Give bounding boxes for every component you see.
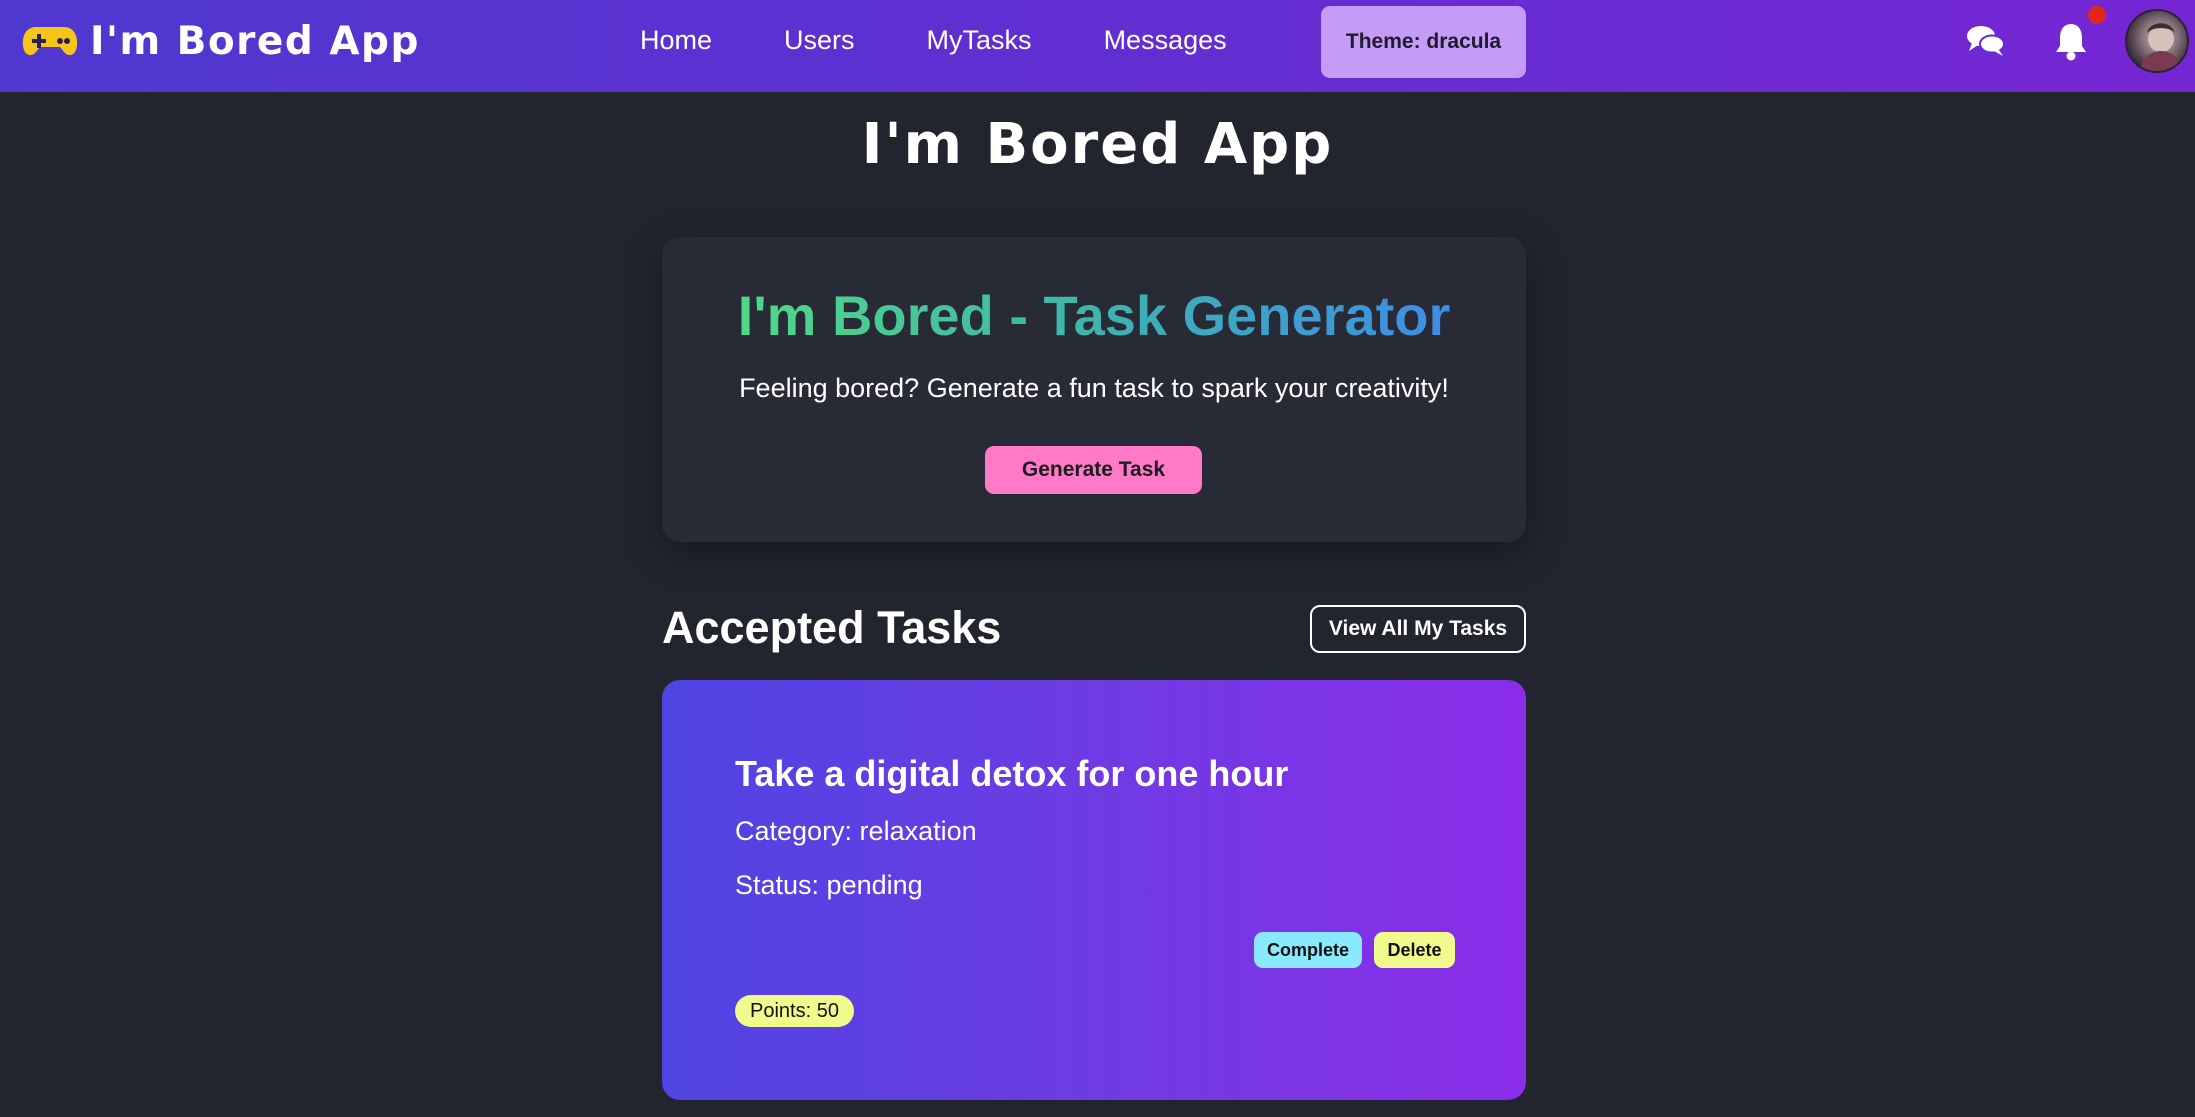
nav-users[interactable]: Users: [784, 25, 855, 56]
nav-mytasks[interactable]: MyTasks: [927, 25, 1032, 56]
bell-icon[interactable]: [2050, 20, 2092, 62]
view-all-tasks-button[interactable]: View All My Tasks: [1310, 605, 1526, 653]
notification-dot: [2088, 6, 2106, 24]
brand[interactable]: I'm Bored App: [22, 0, 420, 82]
task-category: Category: relaxation: [735, 816, 977, 846]
generator-subtitle: Feeling bored? Generate a fun task to sp…: [739, 373, 1449, 403]
nav-home[interactable]: Home: [640, 25, 712, 56]
task-status: Status: pending: [735, 870, 923, 900]
nav-links: Home Users MyTasks Messages: [640, 0, 1299, 80]
delete-button[interactable]: Delete: [1374, 932, 1455, 968]
page-title: I'm Bored App: [861, 112, 1334, 177]
nav-messages[interactable]: Messages: [1104, 25, 1227, 56]
task-card: Take a digital detox for one hour Catego…: [662, 680, 1526, 1100]
brand-name: I'm Bored App: [90, 18, 420, 64]
points-badge: Points: 50: [735, 995, 854, 1027]
accepted-tasks-heading: Accepted Tasks: [662, 602, 1002, 653]
generate-task-button[interactable]: Generate Task: [985, 446, 1202, 494]
gamepad-icon: [22, 24, 78, 58]
top-navbar: I'm Bored App Home Users MyTasks Message…: [0, 0, 2195, 92]
generator-title-text: I'm Bored - Task Generator: [737, 284, 1451, 347]
user-avatar[interactable]: [2125, 9, 2189, 73]
chat-icon[interactable]: [1965, 20, 2007, 62]
task-title: Take a digital detox for one hour: [735, 753, 1289, 794]
theme-toggle-button[interactable]: Theme: dracula: [1321, 6, 1526, 78]
task-generator-card: I'm Bored - Task Generator Feeling bored…: [662, 237, 1526, 542]
complete-button[interactable]: Complete: [1254, 932, 1362, 968]
generator-title: I'm Bored - Task Generator: [662, 283, 1526, 348]
